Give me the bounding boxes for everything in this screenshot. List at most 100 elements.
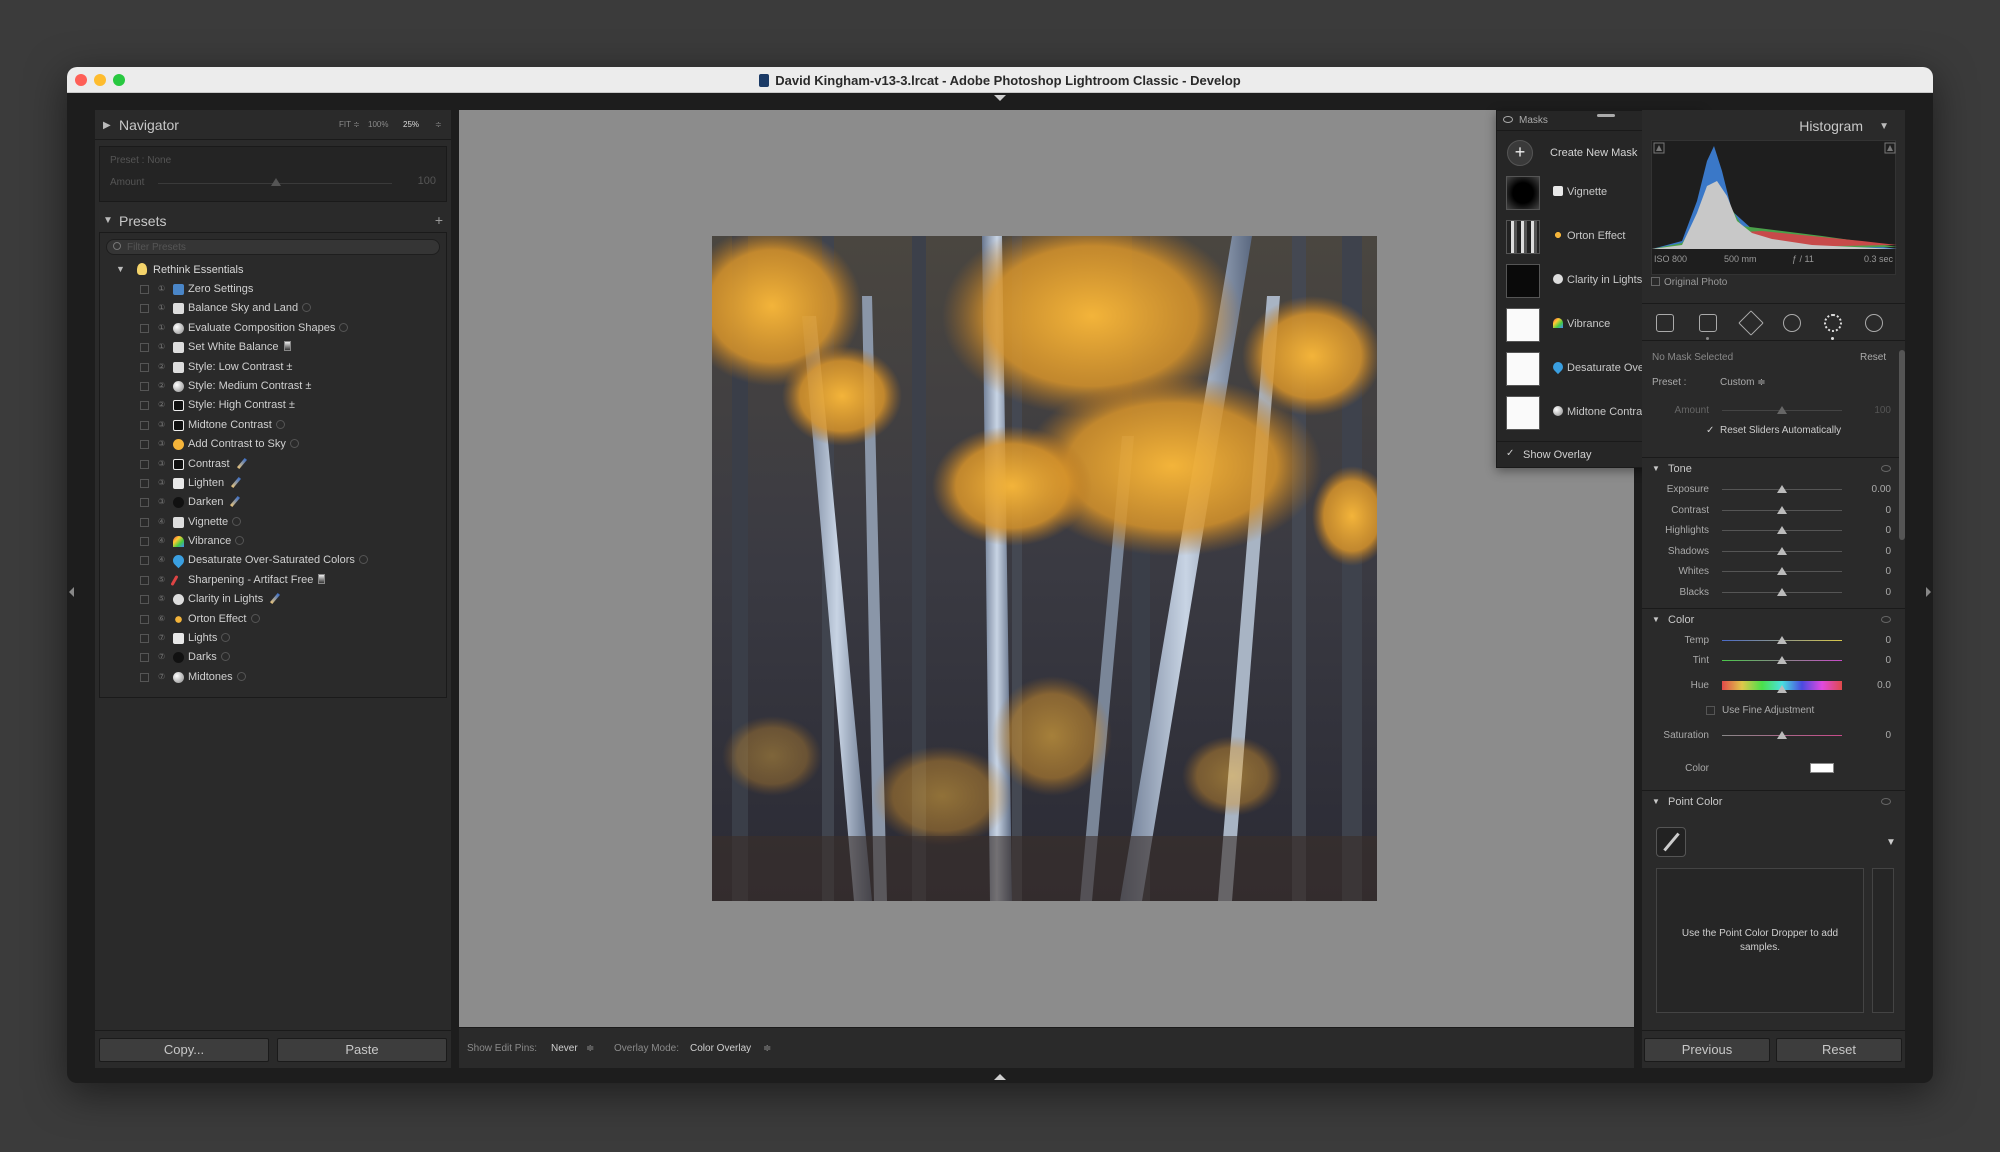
temp-slider[interactable]: Temp 0 [1642,631,1905,651]
preset-dropdown[interactable]: Custom ≑ [1720,377,1766,388]
collapse-triangle-icon[interactable]: ▼ [1652,797,1660,806]
preset-checkbox[interactable] [140,575,149,585]
show-overlay-checkbox[interactable]: ✓ [1506,448,1514,459]
preset-checkbox[interactable] [140,304,149,314]
tint-thumb[interactable] [1777,656,1787,664]
preset-item[interactable]: ③ Add Contrast to Sky [100,435,446,454]
navigator-header[interactable]: ▶ Navigator FIT ≑ 100% 25% ≑ [95,110,451,140]
slider-thumb[interactable] [1777,546,1787,555]
preset-item[interactable]: ③ Darken [100,493,446,512]
edit-sliders-icon[interactable] [1656,314,1674,332]
mask-thumbnail[interactable] [1506,352,1540,386]
contrast-slider[interactable]: Contrast 0 [1642,501,1905,521]
mask-reset-button[interactable]: Reset [1860,352,1886,363]
preset-checkbox[interactable] [140,595,149,605]
point-color-section-header[interactable]: ▼ Point Color [1642,790,1905,812]
eyedropper-icon[interactable] [1656,827,1686,857]
preset-item[interactable]: ⑦ Midtones [100,668,446,687]
point-color-samples-box[interactable]: Use the Point Color Dropper to add sampl… [1656,868,1864,1013]
preset-checkbox[interactable] [140,556,149,566]
edit-pins-dropdown[interactable]: Never [551,1043,578,1054]
crop-icon[interactable] [1699,314,1717,332]
color-picker-swatch[interactable] [1810,763,1834,773]
add-preset-button[interactable]: + [435,212,443,228]
hue-thumb[interactable] [1777,685,1787,693]
histogram-header[interactable]: Histogram ▼ [1642,110,1905,140]
preset-item[interactable]: ③ Midtone Contrast [100,416,446,435]
preset-checkbox[interactable] [140,459,149,469]
preset-item[interactable]: ① Balance Sky and Land [100,299,446,318]
preset-checkbox[interactable] [140,537,149,547]
mask-thumbnail[interactable] [1506,396,1540,430]
preset-item[interactable]: ③ Contrast [100,455,446,474]
fine-adjustment-row[interactable]: Use Fine Adjustment [1642,701,1905,721]
eye-icon[interactable] [1881,616,1891,623]
preset-item[interactable]: ② Style: Medium Contrast ± [100,377,446,396]
preset-checkbox[interactable] [140,614,149,624]
preset-checkbox[interactable] [140,634,149,644]
preset-checkbox[interactable] [140,478,149,488]
hue-slider[interactable]: Hue 0.0 [1642,676,1905,696]
zoom-25[interactable]: 25% [403,120,419,129]
zoom-fit[interactable]: FIT ≑ [339,120,360,129]
slider-thumb[interactable] [1777,485,1787,493]
preset-checkbox[interactable] [140,381,149,391]
bottom-panel-toggle-icon[interactable] [994,1074,1006,1080]
zoom-100[interactable]: 100% [368,120,388,129]
reset-sliders-checkbox[interactable]: ✓ [1706,425,1714,436]
original-photo-toggle[interactable]: Original Photo [1651,277,1727,288]
preset-checkbox[interactable] [140,440,149,450]
histogram-graph[interactable]: ISO 800 500 mm ƒ / 11 0.3 sec [1651,140,1897,275]
create-mask-plus-icon[interactable]: + [1507,140,1533,166]
highlights-slider[interactable]: Highlights 0 [1642,521,1905,541]
preset-checkbox[interactable] [140,285,149,294]
point-color-dropdown-icon[interactable]: ▼ [1886,837,1896,848]
paste-button[interactable]: Paste [277,1038,447,1062]
preset-item[interactable]: ④ Desaturate Over-Saturated Colors [100,551,446,570]
presets-header[interactable]: ▼ Presets + [95,210,451,232]
eye-icon[interactable] [1881,798,1891,805]
preset-checkbox[interactable] [140,401,149,411]
tint-slider[interactable]: Tint 0 [1642,651,1905,671]
preset-item[interactable]: ② Style: High Contrast ± [100,396,446,415]
drag-grip-icon[interactable] [1597,114,1615,117]
overlay-mode-stepper-icon[interactable]: ≑ [763,1043,771,1054]
original-photo-checkbox[interactable] [1651,277,1660,286]
preset-checkbox[interactable] [140,362,149,372]
healing-eraser-icon[interactable] [1738,310,1764,336]
preset-checkbox[interactable] [140,498,149,508]
fine-adjustment-checkbox[interactable] [1706,706,1715,715]
eye-icon[interactable] [1881,465,1891,472]
edit-pins-stepper-icon[interactable]: ≑ [586,1043,594,1054]
previous-button[interactable]: Previous [1644,1038,1770,1062]
preset-checkbox[interactable] [140,672,149,682]
preset-item[interactable]: ④ Vignette [100,513,446,532]
color-section-header[interactable]: ▼ Color [1642,608,1905,630]
amount-slider-thumb[interactable] [271,178,281,186]
filter-presets-input[interactable] [127,241,427,254]
group-collapse-icon[interactable]: ▼ [116,264,125,274]
overlay-mode-dropdown[interactable]: Color Overlay [690,1043,751,1054]
color-swatch-row[interactable]: Color [1642,759,1905,779]
right-panel-toggle-icon[interactable] [1926,587,1931,597]
expand-triangle-icon[interactable]: ▶ [103,120,111,131]
zoom-stepper-icon[interactable]: ≑ [435,120,442,129]
left-panel-toggle-icon[interactable] [69,587,74,597]
reset-button[interactable]: Reset [1776,1038,1902,1062]
copy-button[interactable]: Copy... [99,1038,269,1062]
collapse-triangle-icon[interactable]: ▼ [1652,615,1660,624]
preset-item[interactable]: ① Set White Balance [100,338,446,357]
saturation-slider[interactable]: Saturation 0 [1642,726,1905,746]
preset-item[interactable]: ① Zero Settings [100,280,446,299]
filter-presets-box[interactable] [106,239,440,255]
preset-item[interactable]: ⑤ Clarity in Lights [100,590,446,609]
preset-checkbox[interactable] [140,323,149,333]
tone-section-header[interactable]: ▼ Tone [1642,457,1905,479]
top-panel-toggle-icon[interactable] [994,95,1006,101]
eye-icon[interactable] [1503,116,1513,123]
mask-thumbnail[interactable] [1506,220,1540,254]
collapse-triangle-icon[interactable]: ▼ [1652,464,1660,473]
red-eye-icon[interactable] [1783,314,1801,332]
preset-checkbox[interactable] [140,517,149,527]
preset-item[interactable]: ⑦ Lights [100,629,446,648]
